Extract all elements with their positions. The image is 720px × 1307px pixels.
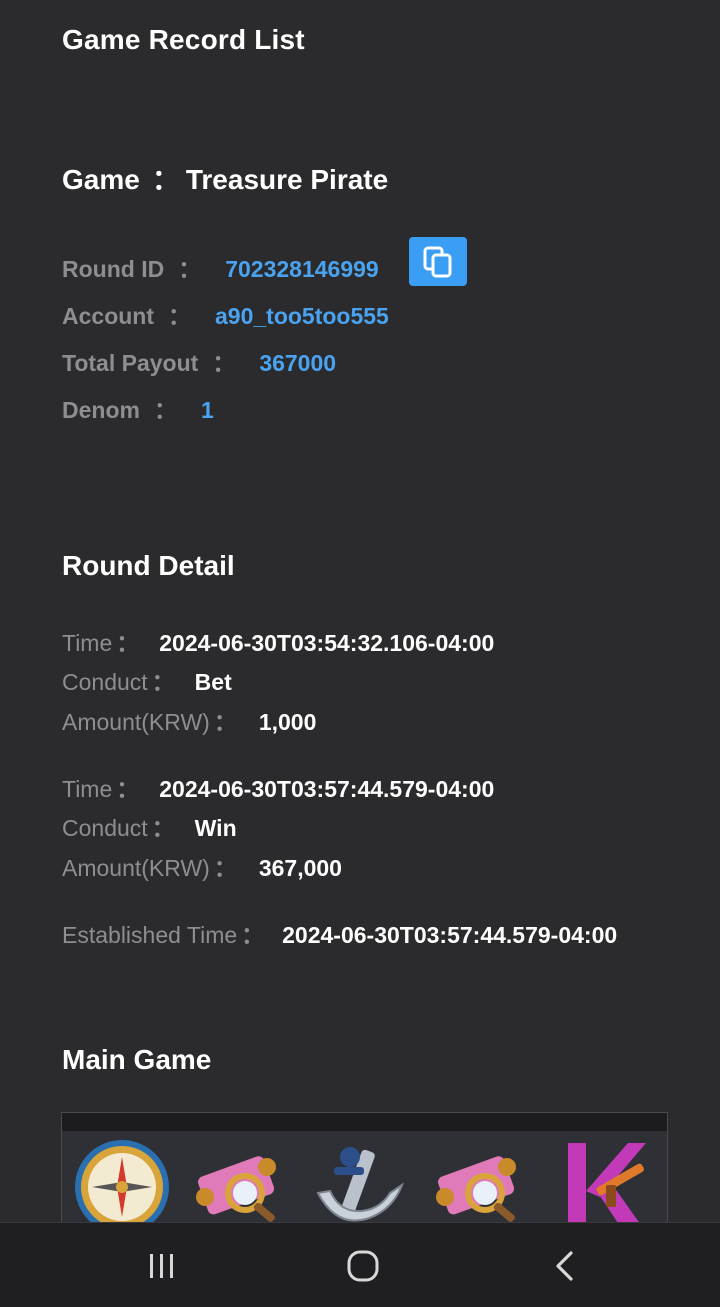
round-id-label: Round ID xyxy=(62,256,165,282)
home-icon xyxy=(347,1250,379,1282)
entry-time-value: 2024-06-30T03:54:32.106-04:00 xyxy=(159,630,495,656)
entry-1-conduct-row: Conduct： Bet xyxy=(62,669,232,695)
round-detail-heading: Round Detail xyxy=(62,550,235,581)
established-time-row: Established Time： 2024-06-30T03:57:44.579… xyxy=(62,922,618,948)
system-navigation-bar xyxy=(0,1222,720,1307)
account-row: Account： a90_too5too555 xyxy=(62,303,389,329)
account-label: Account xyxy=(62,303,154,329)
entry-time-value: 2024-06-30T03:57:44.579-04:00 xyxy=(159,776,495,802)
copy-round-id-button[interactable] xyxy=(409,237,467,286)
conduct-label: Conduct xyxy=(62,815,148,841)
total-payout-row: Total Payout： 367000 xyxy=(62,350,337,376)
game-label: Game xyxy=(62,164,140,195)
total-payout-label: Total Payout xyxy=(62,350,199,376)
entry-conduct-value: Bet xyxy=(194,669,232,695)
entry-1-amount-row: Amount(KRW)： 1,000 xyxy=(62,709,317,735)
denom-label: Denom xyxy=(62,397,140,423)
anchor-symbol-icon xyxy=(316,1147,405,1222)
recent-apps-button[interactable] xyxy=(132,1243,192,1289)
entry-1-time-row: Time： 2024-06-30T03:54:32.106-04:00 xyxy=(62,630,495,656)
entry-2-amount-row: Amount(KRW)： 367,000 xyxy=(62,855,342,881)
treasure-map-symbol-icon xyxy=(196,1156,276,1222)
entry-conduct-value: Win xyxy=(194,815,237,841)
denom-value: 1 xyxy=(200,397,214,423)
main-game-heading: Main Game xyxy=(62,1044,212,1075)
round-id-value: 702328146999 xyxy=(225,256,379,282)
amount-label: Amount xyxy=(62,709,142,735)
page-title: Game Record List xyxy=(62,24,305,55)
recent-apps-icon xyxy=(150,1254,173,1278)
entry-amount-value: 367,000 xyxy=(258,855,342,881)
compass-symbol-icon xyxy=(75,1140,169,1224)
reel-strip xyxy=(62,1131,667,1224)
back-button[interactable] xyxy=(535,1243,595,1289)
treasure-map-symbol-icon xyxy=(436,1156,516,1222)
amount-unit: (KRW) xyxy=(141,855,210,881)
game-reel-result xyxy=(61,1112,668,1224)
account-value: a90_too5too555 xyxy=(215,303,389,329)
copy-icon xyxy=(423,246,452,277)
established-time-value: 2024-06-30T03:57:44.579-04:00 xyxy=(282,922,618,948)
established-time-label: Established Time xyxy=(62,922,238,948)
amount-unit: (KRW) xyxy=(141,709,210,735)
entry-2-conduct-row: Conduct： Win xyxy=(62,815,237,841)
back-icon xyxy=(556,1251,573,1281)
round-id-row: Round ID： 702328146999 xyxy=(62,256,379,282)
time-label: Time xyxy=(62,776,113,802)
total-payout-value: 367000 xyxy=(259,350,337,376)
k-symbol-icon xyxy=(568,1143,646,1224)
game-name: Treasure Pirate xyxy=(185,164,389,195)
entry-2-time-row: Time： 2024-06-30T03:57:44.579-04:00 xyxy=(62,776,495,802)
game-name-heading: Game ： Treasure Pirate xyxy=(62,158,388,198)
game-separator: ： xyxy=(151,164,180,195)
denom-row: Denom： 1 xyxy=(62,397,214,423)
entry-amount-value: 1,000 xyxy=(258,709,317,735)
time-label: Time xyxy=(62,630,113,656)
amount-label: Amount xyxy=(62,855,142,881)
conduct-label: Conduct xyxy=(62,669,148,695)
home-button[interactable] xyxy=(333,1243,393,1289)
